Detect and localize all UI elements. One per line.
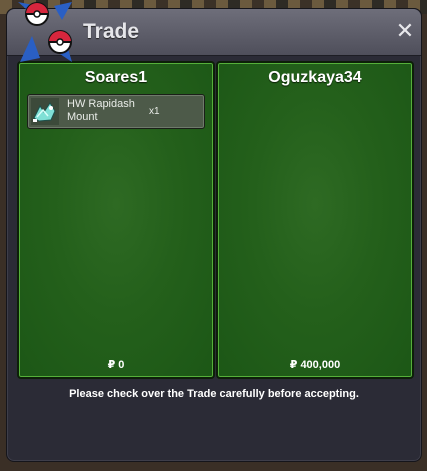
trade-logo-icon: [18, 2, 72, 62]
left-player-name: Soares1: [84, 69, 148, 86]
rapidash-mount-icon: [31, 98, 59, 125]
currency-symbol: ₽: [107, 359, 116, 371]
item-name: HW Rapidash Mount: [67, 98, 135, 123]
trade-window: Trade ✕ Soares1 HW Rapidash Mount x1 ₽0 …: [6, 8, 422, 462]
close-icon[interactable]: ✕: [395, 20, 415, 42]
right-money-value: 400,000: [300, 359, 341, 371]
trade-warning-text: Please check over the Trade carefully be…: [69, 388, 359, 400]
right-player-name: Oguzkaya34: [268, 69, 362, 86]
right-trade-panel: Oguzkaya34 ₽400,000: [216, 61, 414, 379]
left-money-value: 0: [118, 359, 125, 371]
left-trade-panel: Soares1 HW Rapidash Mount x1 ₽0: [17, 61, 215, 379]
right-money: ₽400,000: [218, 358, 412, 371]
window-title: Trade: [83, 20, 140, 43]
left-money: ₽0: [19, 358, 213, 371]
currency-symbol: ₽: [289, 359, 298, 371]
trade-item[interactable]: HW Rapidash Mount x1: [27, 94, 205, 129]
item-quantity: x1: [149, 106, 160, 117]
